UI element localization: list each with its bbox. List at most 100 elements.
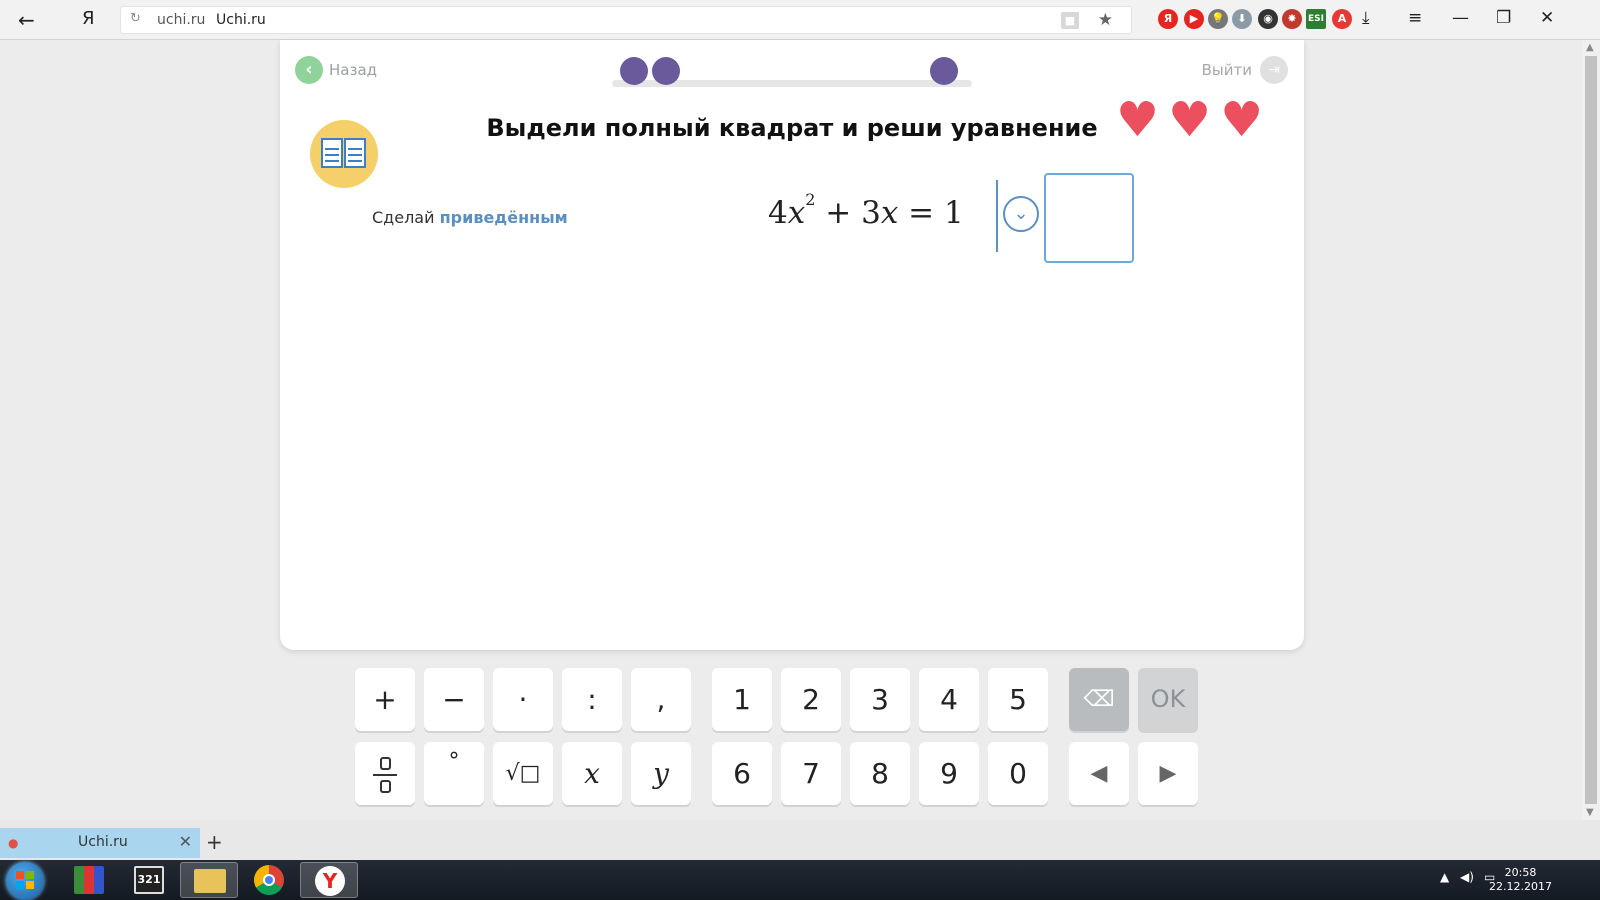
- heart-icon: ♥: [1116, 92, 1160, 148]
- windows-logo-icon: [16, 871, 34, 889]
- progress-dot: [652, 57, 680, 85]
- adblock-icon[interactable]: A: [1332, 9, 1352, 29]
- address-page-title: Uchi.ru: [216, 12, 266, 28]
- exit-button[interactable]: Выйти ⇥: [1202, 56, 1288, 84]
- yandex-logo-icon[interactable]: Я: [82, 8, 95, 29]
- text-caret: [996, 180, 998, 252]
- bug-icon[interactable]: ✸: [1282, 9, 1302, 29]
- cursor-left-key[interactable]: ◀: [1069, 742, 1129, 805]
- key-4[interactable]: 4: [919, 668, 979, 731]
- lightbulb-icon[interactable]: 💡: [1208, 9, 1228, 29]
- hint-link[interactable]: приведённым: [440, 208, 568, 227]
- key-1[interactable]: 1: [712, 668, 772, 731]
- favicon-icon: ●: [8, 836, 19, 850]
- key-6[interactable]: 6: [712, 742, 772, 805]
- chevron-down-icon[interactable]: ⌄: [1003, 196, 1039, 232]
- bookmark-star-icon[interactable]: ★: [1098, 10, 1113, 30]
- taskbar-chrome-icon[interactable]: [240, 862, 298, 898]
- taskbar-winrar-icon[interactable]: [60, 862, 118, 898]
- heart-icon: ♥: [1220, 92, 1264, 148]
- equation: 4x2 + 3x = 1: [768, 190, 964, 231]
- lock-icon[interactable]: ■: [1061, 12, 1079, 29]
- key-plus[interactable]: +: [355, 668, 415, 731]
- youtube-icon[interactable]: ▶: [1184, 9, 1204, 29]
- heart-icon: ♥: [1168, 92, 1212, 148]
- key-divide[interactable]: :: [562, 668, 622, 731]
- menu-icon[interactable]: ≡: [1408, 8, 1422, 28]
- key-comma[interactable]: ,: [631, 668, 691, 731]
- exit-label: Выйти: [1201, 61, 1252, 79]
- volume-icon[interactable]: ◀): [1460, 870, 1474, 884]
- back-button[interactable]: ‹ Назад: [295, 56, 377, 84]
- clock-time: 20:58: [1504, 866, 1537, 879]
- backspace-key[interactable]: ⌫: [1069, 668, 1129, 731]
- key-y[interactable]: y: [631, 742, 691, 805]
- progress-dot: [930, 57, 958, 85]
- browser-tab-bar: ● Uchi.ru ✕ +: [0, 820, 1600, 860]
- lives-hearts: ♥ ♥ ♥: [1116, 96, 1263, 144]
- scroll-down-icon[interactable]: ▼: [1586, 807, 1594, 818]
- key-minus[interactable]: −: [424, 668, 484, 731]
- eq-var: x: [787, 195, 806, 231]
- book-page-right: [344, 138, 366, 168]
- eq-var2: x: [880, 195, 899, 231]
- progress-dot: [620, 57, 648, 85]
- taskbar-explorer-icon[interactable]: [180, 862, 238, 898]
- browser-toolbar: ← Я ↻ uchi.ru Uchi.ru ■ ★ Я ▶ 💡 ⬇ ◉ ✸ ESI A ⤓ ≡…: [0, 0, 1600, 40]
- chevron-left-icon: ‹: [295, 56, 323, 84]
- restore-icon[interactable]: ❐: [1496, 8, 1511, 28]
- page-scrollbar[interactable]: ▲ ▼: [1582, 40, 1600, 820]
- scroll-thumb[interactable]: [1585, 56, 1597, 804]
- downloads-icon[interactable]: ⤓: [1362, 8, 1370, 28]
- eq-op1: + 3: [815, 195, 881, 231]
- yandex-icon[interactable]: Я: [1158, 9, 1178, 29]
- eq-exp: 2: [805, 190, 816, 209]
- esi-icon[interactable]: ESI: [1306, 9, 1326, 29]
- exit-icon: ⇥: [1260, 56, 1288, 84]
- key-9[interactable]: 9: [919, 742, 979, 805]
- hint-text: Сделай приведённым: [372, 208, 568, 227]
- start-button[interactable]: [6, 862, 44, 900]
- download-arrow-icon[interactable]: ⬇: [1232, 9, 1252, 29]
- tab-uchi[interactable]: ● Uchi.ru ✕: [0, 828, 200, 858]
- taskbar-media-player-icon[interactable]: 321: [120, 862, 178, 898]
- key-degree[interactable]: °: [424, 742, 484, 805]
- key-multiply[interactable]: ·: [493, 668, 553, 731]
- map-pin-icon[interactable]: ◉: [1258, 9, 1278, 29]
- minimize-icon[interactable]: —: [1452, 8, 1469, 28]
- tray-expand-icon[interactable]: ▲: [1440, 870, 1449, 884]
- key-2[interactable]: 2: [781, 668, 841, 731]
- key-0[interactable]: 0: [988, 742, 1048, 805]
- scroll-up-icon[interactable]: ▲: [1586, 42, 1594, 53]
- fraction-icon: [373, 757, 397, 793]
- key-x[interactable]: x: [562, 742, 622, 805]
- close-window-icon[interactable]: ✕: [1540, 8, 1554, 28]
- key-5[interactable]: 5: [988, 668, 1048, 731]
- address-domain: uchi.ru: [157, 12, 206, 28]
- ok-button[interactable]: OK: [1138, 668, 1198, 731]
- close-tab-icon[interactable]: ✕: [179, 832, 192, 851]
- taskbar-yandex-browser-icon[interactable]: Y: [300, 862, 358, 898]
- lesson-card: ‹ Назад Выйти ⇥ Выдели полный квадрат и …: [280, 40, 1304, 650]
- cursor-right-key[interactable]: ▶: [1138, 742, 1198, 805]
- book-page-left: [321, 138, 343, 168]
- eq-rhs: = 1: [898, 195, 964, 231]
- key-7[interactable]: 7: [781, 742, 841, 805]
- reload-icon[interactable]: ↻: [130, 11, 141, 26]
- key-3[interactable]: 3: [850, 668, 910, 731]
- math-keypad: + − · : , 1 2 3 4 5 ⌫ OK ° √□ x y 6 7 8 …: [0, 668, 1582, 818]
- key-sqrt[interactable]: √□: [493, 742, 553, 805]
- answer-input-box[interactable]: [1044, 173, 1134, 263]
- tab-title: Uchi.ru: [78, 834, 128, 850]
- back-label: Назад: [329, 61, 378, 79]
- new-tab-icon[interactable]: +: [206, 830, 223, 854]
- windows-taskbar: 321 Y ▲ ◀) ▭ 20:58 22.12.2017: [0, 860, 1600, 900]
- taskbar-clock[interactable]: 20:58 22.12.2017: [1489, 866, 1552, 894]
- eq-coef-a: 4: [768, 195, 788, 231]
- hint-prefix: Сделай: [372, 208, 435, 227]
- clock-date: 22.12.2017: [1489, 880, 1552, 893]
- key-8[interactable]: 8: [850, 742, 910, 805]
- back-arrow-icon[interactable]: ←: [18, 8, 35, 32]
- address-bar[interactable]: ↻ uchi.ru Uchi.ru ■ ★: [120, 6, 1132, 34]
- key-fraction[interactable]: [355, 742, 415, 805]
